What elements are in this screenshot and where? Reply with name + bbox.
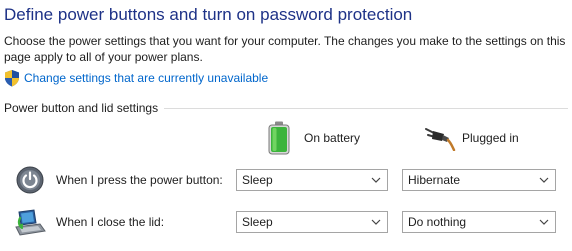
change-settings-link-text[interactable]: Change settings that are currently unava… [24, 71, 268, 85]
chevron-down-icon [539, 219, 549, 225]
uac-shield-icon [5, 70, 19, 87]
power-button-setting-row: When I press the power button: [14, 166, 223, 194]
power-button-row-label: When I press the power button: [56, 173, 223, 187]
plugged-in-label: Plugged in [462, 131, 519, 145]
lid-close-setting-row: When I close the lid: [14, 208, 164, 236]
laptop-lid-icon [15, 209, 46, 236]
page-description: Choose the power settings that you want … [4, 34, 566, 64]
power-plug-icon [425, 128, 456, 151]
section-divider [164, 107, 568, 109]
power-button-lid-section-header: Power button and lid settings [4, 101, 568, 115]
on-battery-column-header: On battery [268, 121, 360, 155]
lid-close-row-label: When I close the lid: [56, 215, 165, 229]
change-unavailable-settings-link[interactable]: Change settings that are currently unava… [4, 69, 268, 87]
chevron-down-icon [371, 219, 381, 225]
select-value: Do nothing [408, 215, 467, 229]
plugged-in-column-header: Plugged in [424, 121, 519, 155]
page-title: Define power buttons and turn on passwor… [4, 5, 413, 24]
on-battery-label: On battery [304, 131, 361, 145]
power-button-on-battery-select[interactable]: Sleep [236, 169, 388, 191]
select-value: Sleep [242, 215, 273, 229]
chevron-down-icon [539, 177, 549, 183]
chevron-down-icon [371, 177, 381, 183]
battery-icon [268, 121, 290, 155]
select-value: Sleep [242, 173, 273, 187]
power-button-icon [16, 166, 44, 194]
select-value: Hibernate [408, 173, 461, 187]
lid-close-on-battery-select[interactable]: Sleep [236, 211, 388, 233]
lid-close-plugged-in-select[interactable]: Do nothing [402, 211, 556, 233]
section-title: Power button and lid settings [4, 101, 159, 115]
power-button-plugged-in-select[interactable]: Hibernate [402, 169, 556, 191]
